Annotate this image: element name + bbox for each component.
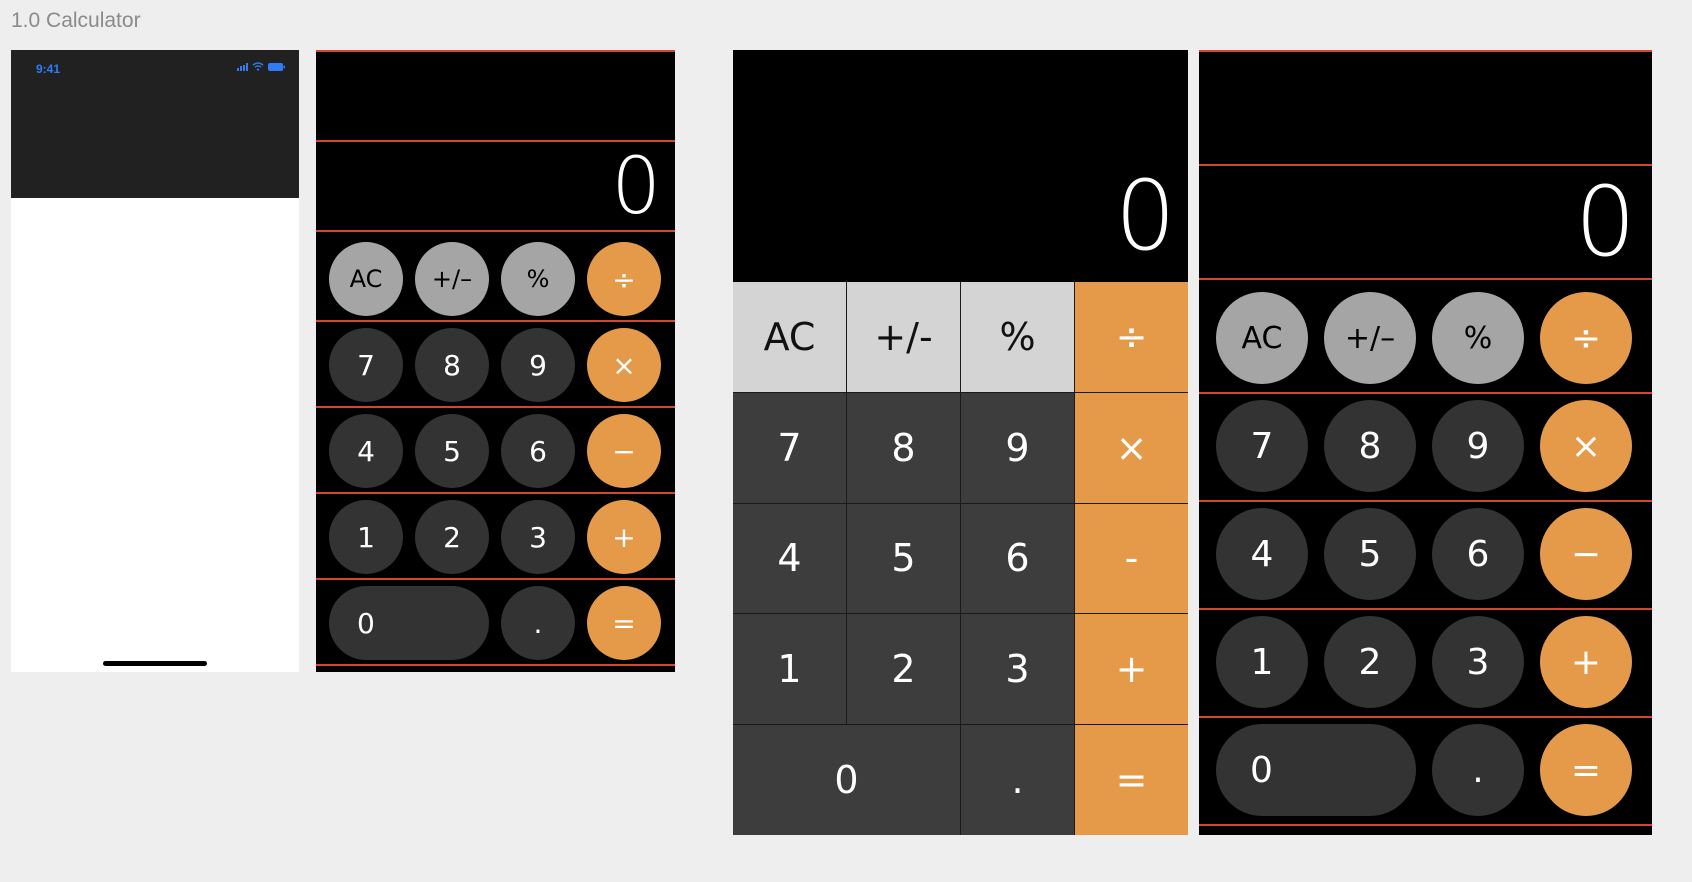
guide-line: [316, 664, 675, 666]
digit-1-button[interactable]: 1: [733, 614, 846, 725]
digit-1-button[interactable]: 1: [329, 500, 403, 574]
subtract-button[interactable]: −: [1540, 508, 1632, 600]
decimal-button[interactable]: .: [961, 725, 1074, 835]
digit-4-button[interactable]: 4: [733, 503, 846, 614]
digit-3-button[interactable]: 3: [1432, 616, 1524, 708]
guide-line: [316, 578, 675, 580]
add-button[interactable]: +: [1540, 616, 1632, 708]
digit-0-button[interactable]: 0: [1216, 724, 1416, 816]
digit-7-button[interactable]: 7: [1216, 400, 1308, 492]
ac-button[interactable]: AC: [733, 282, 846, 392]
status-icons: [237, 62, 285, 71]
guide-line: [1199, 50, 1652, 52]
guide-line: [316, 50, 675, 52]
signal-bars-icon: [237, 62, 248, 71]
digit-8-button[interactable]: 8: [847, 392, 960, 503]
digit-1-button[interactable]: 1: [1216, 616, 1308, 708]
equals-button[interactable]: =: [587, 586, 661, 660]
guide-line: [1199, 716, 1652, 718]
sign-toggle-button[interactable]: +/–: [415, 242, 489, 316]
digit-3-button[interactable]: 3: [501, 500, 575, 574]
digit-7-button[interactable]: 7: [733, 392, 846, 503]
guide-line: [1199, 608, 1652, 610]
add-button[interactable]: +: [1075, 614, 1188, 725]
add-button[interactable]: +: [587, 500, 661, 574]
digit-4-button[interactable]: 4: [329, 414, 403, 488]
battery-icon: [268, 62, 285, 71]
multiply-button[interactable]: ×: [1075, 392, 1188, 503]
calculator-round-small: 0 AC +/–% ÷ 7 8 9 × 4 5 6− 1 2 3 +0. =: [316, 50, 675, 672]
multiply-button[interactable]: ×: [587, 328, 661, 402]
sign-toggle-button[interactable]: +/-: [847, 282, 960, 392]
calculator-display: 0: [1114, 160, 1176, 272]
guide-line: [1199, 392, 1652, 394]
guide-line: [316, 492, 675, 494]
digit-5-button[interactable]: 5: [847, 503, 960, 614]
digit-7-button[interactable]: 7: [329, 328, 403, 402]
percent-button[interactable]: %: [501, 242, 575, 316]
page-title: 1.0 Calculator: [11, 9, 141, 32]
guide-line: [1199, 278, 1652, 280]
status-bar: 9:41: [11, 50, 299, 198]
sign-toggle-button[interactable]: +/–: [1324, 292, 1416, 384]
digit-3-button[interactable]: 3: [961, 614, 1074, 725]
status-time: 9:41: [36, 62, 61, 76]
digit-6-button[interactable]: 6: [501, 414, 575, 488]
calculator-display: 0: [611, 142, 661, 232]
digit-2-button[interactable]: 2: [847, 614, 960, 725]
divide-button[interactable]: ÷: [1075, 282, 1188, 392]
calculator-display: 0: [1574, 166, 1636, 278]
digit-6-button[interactable]: 6: [961, 503, 1074, 614]
digit-9-button[interactable]: 9: [501, 328, 575, 402]
phone-frame: 9:41: [11, 50, 299, 672]
digit-5-button[interactable]: 5: [415, 414, 489, 488]
subtract-button[interactable]: -: [1075, 503, 1188, 614]
percent-button[interactable]: %: [1432, 292, 1524, 384]
digit-4-button[interactable]: 4: [1216, 508, 1308, 600]
subtract-button[interactable]: −: [587, 414, 661, 488]
digit-8-button[interactable]: 8: [415, 328, 489, 402]
multiply-button[interactable]: ×: [1540, 400, 1632, 492]
digit-9-button[interactable]: 9: [1432, 400, 1524, 492]
divide-button[interactable]: ÷: [1540, 292, 1632, 384]
home-indicator: [103, 661, 207, 666]
decimal-button[interactable]: .: [1432, 724, 1524, 816]
keypad-grid: AC +/-% ÷ 7 8 9 × 4 5 6- 1 2 3 +0. =: [733, 282, 1188, 835]
guide-line: [1199, 500, 1652, 502]
guide-line: [1199, 824, 1652, 826]
digit-5-button[interactable]: 5: [1324, 508, 1416, 600]
ac-button[interactable]: AC: [329, 242, 403, 316]
guide-line: [316, 320, 675, 322]
digit-2-button[interactable]: 2: [1324, 616, 1416, 708]
digit-2-button[interactable]: 2: [415, 500, 489, 574]
equals-button[interactable]: =: [1075, 725, 1188, 835]
ac-button[interactable]: AC: [1216, 292, 1308, 384]
equals-button[interactable]: =: [1540, 724, 1632, 816]
digit-9-button[interactable]: 9: [961, 392, 1074, 503]
calculator-round-large: 0 AC +/–% ÷ 7 8 9 × 4 5 6− 1 2 3 +0. =: [1199, 50, 1652, 835]
percent-button[interactable]: %: [961, 282, 1074, 392]
decimal-button[interactable]: .: [501, 586, 575, 660]
digit-6-button[interactable]: 6: [1432, 508, 1524, 600]
wifi-icon: [252, 62, 264, 71]
digit-8-button[interactable]: 8: [1324, 400, 1416, 492]
digit-0-button[interactable]: 0: [329, 586, 489, 660]
calculator-grid: 0 AC +/-% ÷ 7 8 9 × 4 5 6- 1 2 3 +0. =: [733, 50, 1188, 835]
divide-button[interactable]: ÷: [587, 242, 661, 316]
guide-line: [316, 406, 675, 408]
digit-0-button[interactable]: 0: [733, 725, 960, 835]
